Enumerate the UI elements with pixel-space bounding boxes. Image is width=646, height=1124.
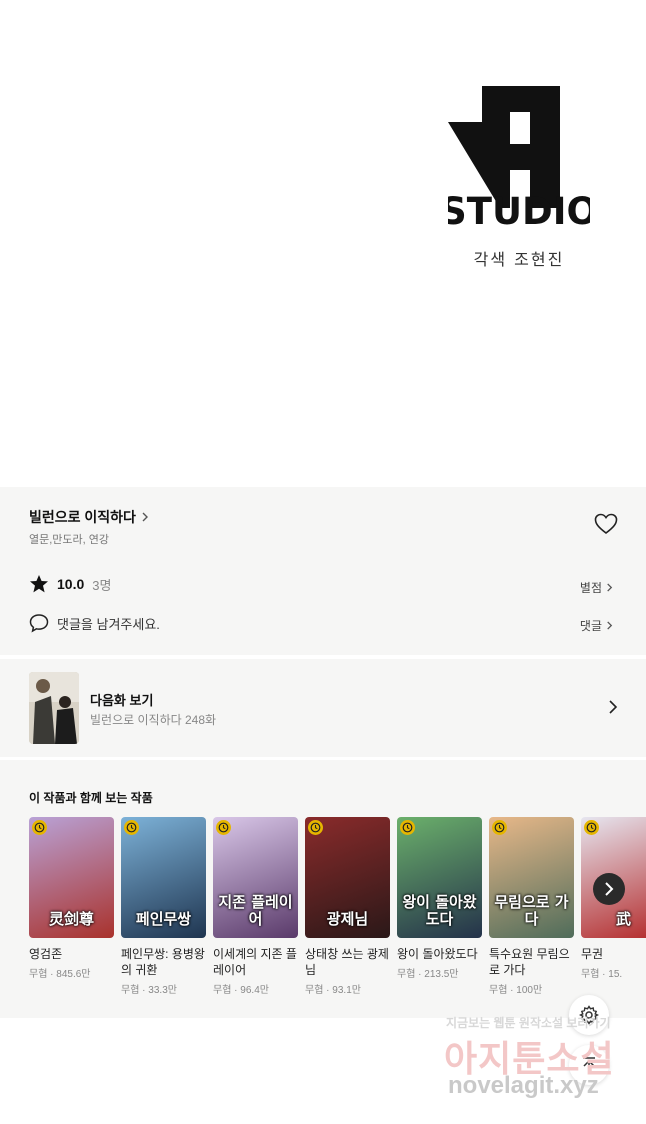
work-title: 빌런으로 이직하다	[29, 509, 136, 525]
work-authors: 열문,만도라, 연강	[29, 534, 110, 546]
recommend-cover-title: 武	[615, 910, 631, 928]
rate-button[interactable]: 별점	[580, 579, 614, 596]
recommend-cover[interactable]: 灵剑尊	[29, 817, 114, 938]
recommend-meta: 무협 · 33.3만	[121, 985, 177, 996]
recommend-title[interactable]: 왕이 돌아왔도다	[397, 946, 482, 962]
recommend-card[interactable]: 지존 플레이어이세계의 지존 플레이어무협 · 96.4만	[213, 817, 298, 996]
recommendations-carousel[interactable]: 灵剑尊 영검존무협 · 845.6만 페인무쌍페인무쌍: 용병왕의 귀환무협 · 3…	[29, 817, 646, 1007]
clock-icon	[308, 820, 323, 835]
recommend-cover-title: 灵剑尊	[48, 910, 94, 928]
recommend-card[interactable]: 페인무쌍페인무쌍: 용병왕의 귀환무협 · 33.3만	[121, 817, 206, 996]
chevron-right-icon	[607, 621, 613, 630]
comment-prompt[interactable]: 댓글을 남겨주세요.	[29, 613, 160, 633]
comments-button[interactable]: 댓글	[580, 617, 614, 634]
recommend-cover-title: 무림으로 가다	[494, 893, 569, 928]
carousel-next-button[interactable]	[593, 873, 625, 905]
clock-icon	[124, 820, 139, 835]
recommend-meta: 무협 · 213.5만	[397, 969, 459, 980]
studio-logo-text: STUDIO	[448, 190, 590, 226]
recommend-title[interactable]: 이세계의 지존 플레이어	[213, 946, 298, 978]
clock-icon	[216, 820, 231, 835]
recommend-cover-title: 광제님	[326, 910, 369, 928]
recommend-meta: 무협 · 100만	[489, 985, 543, 996]
recommend-cover[interactable]: 왕이 돌아왔도다	[397, 817, 482, 938]
watermark: 지금보는 웹툰 원작소설 보러가기 아지툰소설 novelagit.xyz	[440, 1014, 640, 1114]
recommend-card[interactable]: 광제님상태창 쓰는 광제님무협 · 93.1만	[305, 817, 390, 996]
recommend-meta: 무협 · 93.1만	[305, 985, 361, 996]
rate-label: 별점	[579, 581, 602, 595]
scroll-top-button[interactable]	[569, 1045, 609, 1085]
recommend-title[interactable]: 페인무쌍: 용병왕의 귀환	[121, 946, 206, 978]
clock-icon	[32, 820, 47, 835]
clock-icon	[584, 820, 599, 835]
recommend-cover-title: 지존 플레이어	[218, 893, 293, 928]
recommend-cover[interactable]: 무림으로 가다	[489, 817, 574, 938]
next-episode-thumbnail[interactable]	[29, 672, 79, 744]
recommend-card[interactable]: 무림으로 가다특수요원 무림으로 가다무협 · 100만	[489, 817, 574, 996]
recommend-cover[interactable]: 페인무쌍	[121, 817, 206, 938]
recommend-meta: 무협 · 96.4만	[213, 985, 269, 996]
speech-bubble-icon	[29, 614, 49, 633]
recommend-meta: 무협 · 845.6만	[29, 969, 91, 980]
episode-end-image: STUDIO 각색 조현진	[0, 0, 646, 487]
rating-count: 3명	[92, 577, 112, 593]
rating-score: 10.0	[57, 576, 85, 592]
recommend-meta: 무협 · 15.	[581, 969, 623, 980]
chevron-right-icon	[607, 583, 613, 592]
rating-summary: 10.0 3명	[29, 574, 111, 594]
recommend-cover-title: 페인무쌍	[135, 910, 192, 928]
next-episode-title: 다음화 보기	[90, 693, 154, 708]
clock-icon	[492, 820, 507, 835]
work-title-link[interactable]: 빌런으로 이직하다	[29, 507, 150, 527]
chevron-right-icon	[605, 882, 614, 896]
studio-credit: 각색 조현진	[473, 250, 565, 269]
recommend-title[interactable]: 무권	[581, 946, 646, 962]
comment-placeholder: 댓글을 남겨주세요.	[57, 616, 160, 632]
comments-label: 댓글	[579, 619, 602, 633]
recommend-title[interactable]: 상태창 쓰는 광제님	[305, 946, 390, 978]
recommend-title[interactable]: 특수요원 무림으로 가다	[489, 946, 574, 978]
gear-icon	[579, 1005, 599, 1025]
chevron-right-icon	[142, 512, 148, 522]
recommend-title[interactable]: 영검존	[29, 946, 114, 962]
heart-icon[interactable]	[594, 513, 618, 535]
arrow-up-icon	[583, 1057, 595, 1073]
studio-logo: STUDIO	[448, 86, 590, 226]
recommend-cover[interactable]: 광제님	[305, 817, 390, 938]
chevron-right-icon	[609, 700, 618, 714]
recommendations-heading: 이 작품과 함께 보는 작품	[29, 791, 153, 805]
clock-icon	[400, 820, 415, 835]
recommend-cover-title: 왕이 돌아왔도다	[402, 893, 477, 928]
recommend-card[interactable]: 왕이 돌아왔도다 왕이 돌아왔도다 무협 · 213.5만	[397, 817, 482, 980]
settings-button[interactable]	[569, 995, 609, 1035]
next-episode-subtitle: 빌런으로 이직하다 248화	[90, 713, 217, 727]
recommend-cover[interactable]: 지존 플레이어	[213, 817, 298, 938]
recommend-card[interactable]: 灵剑尊 영검존무협 · 845.6만	[29, 817, 114, 980]
star-icon	[30, 575, 48, 593]
